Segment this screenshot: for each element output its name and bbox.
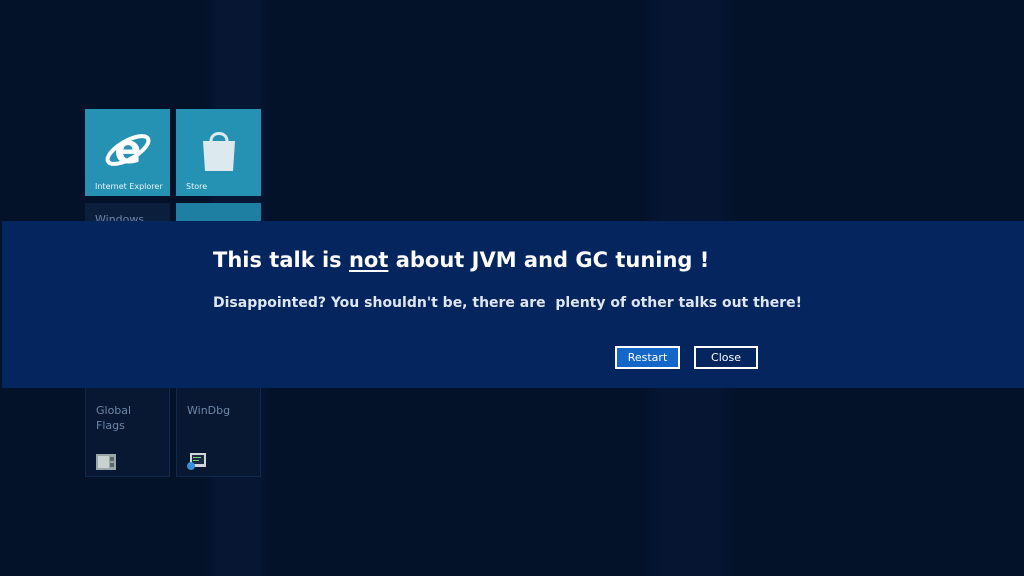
tile-label-store: Store [186, 182, 208, 191]
tile-hidden-app[interactable] [176, 203, 261, 223]
dialog-message: Disappointed? You shouldn't be, there ar… [213, 295, 803, 311]
tile-internet-explorer[interactable]: e Internet Explorer [85, 109, 170, 196]
tile-label-global-flags: Global Flags [96, 404, 132, 432]
dialog-title-end: about JVM and GC tuning ! [388, 248, 710, 272]
tile-store[interactable]: Store [176, 109, 261, 196]
tile-windbg[interactable]: WinDbg [176, 384, 261, 477]
tile-windows[interactable]: Windows [85, 203, 170, 223]
svg-text:e: e [114, 127, 141, 173]
dialog-title: This talk is not about JVM and GC tuning… [213, 248, 709, 272]
tile-label-windbg: WinDbg [187, 404, 231, 417]
dialog-title-start: This talk is [213, 248, 349, 272]
tile-label-internet-explorer: Internet Explorer [95, 182, 163, 191]
global-flags-app-icon [96, 454, 116, 470]
dialog-title-emphasis: not [348, 248, 389, 272]
tile-global-flags[interactable]: Global Flags [85, 384, 170, 477]
windbg-app-icon [187, 453, 206, 470]
store-bag-icon [203, 132, 235, 171]
close-button[interactable]: Close [694, 346, 758, 369]
restart-button[interactable]: Restart [615, 346, 680, 369]
internet-explorer-icon: e [105, 127, 151, 173]
